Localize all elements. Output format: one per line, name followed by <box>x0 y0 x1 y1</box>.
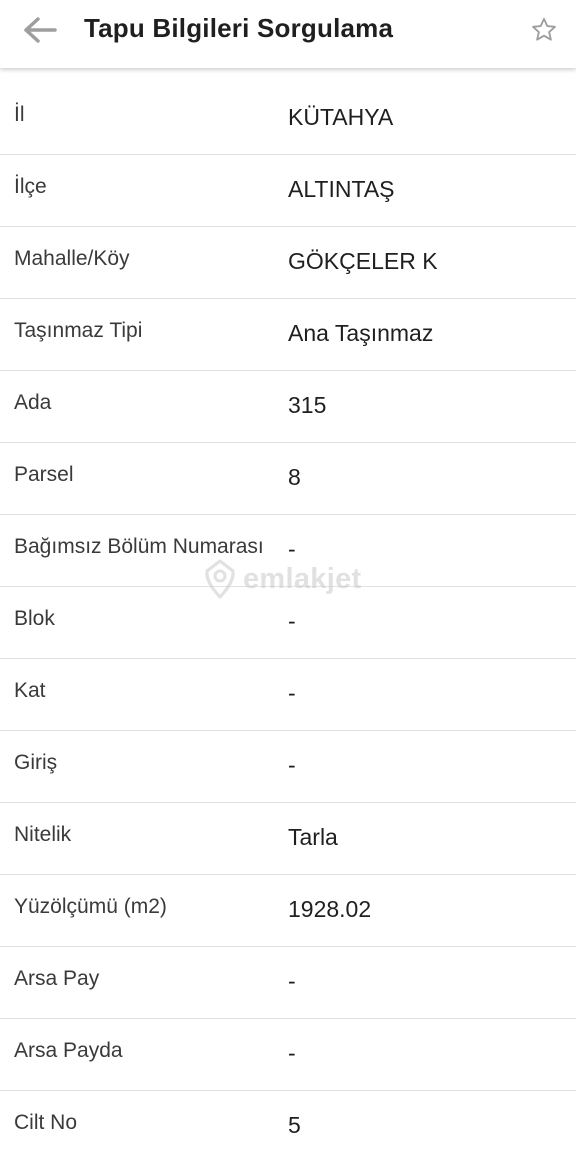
info-row-cilt-no: Cilt No 5 <box>0 1091 576 1157</box>
row-value: Ana Taşınmaz <box>288 320 434 346</box>
info-row-kat: Kat - <box>0 659 576 731</box>
row-value: 5 <box>288 1112 301 1138</box>
row-label: Arsa Pay <box>14 967 100 990</box>
row-value: - <box>288 608 296 634</box>
row-value: KÜTAHYA <box>288 104 394 130</box>
row-value: 1928.02 <box>288 896 372 922</box>
info-row-blok: Blok - <box>0 587 576 659</box>
arrow-left-icon <box>24 17 57 43</box>
page-title: Tapu Bilgileri Sorgulama <box>84 13 394 43</box>
info-row-tasinmaz-tipi: Taşınmaz Tipi Ana Taşınmaz <box>0 299 576 371</box>
row-label: Yüzölçümü (m2) <box>14 895 167 918</box>
back-button[interactable] <box>16 10 64 50</box>
row-label: Ada <box>14 391 52 414</box>
deed-info-list: İl KÜTAHYA İlçe ALTINTAŞ Mahalle/Köy GÖK… <box>0 83 576 1157</box>
row-label: Blok <box>14 607 55 630</box>
row-label: Kat <box>14 679 46 702</box>
row-label: Giriş <box>14 751 58 774</box>
info-row-giris: Giriş - <box>0 731 576 803</box>
row-label: Taşınmaz Tipi <box>14 319 143 342</box>
star-outline-icon <box>532 17 556 41</box>
row-value: - <box>288 752 296 778</box>
row-value: GÖKÇELER K <box>288 248 438 274</box>
info-row-bagimsiz-bolum: Bağımsız Bölüm Numarası - <box>0 515 576 587</box>
row-label: Parsel <box>14 463 74 486</box>
info-row-nitelik: Nitelik Tarla <box>0 803 576 875</box>
row-label: Bağımsız Bölüm Numarası <box>14 535 264 558</box>
info-row-ilce: İlçe ALTINTAŞ <box>0 155 576 227</box>
row-value: ALTINTAŞ <box>288 176 395 202</box>
row-value: - <box>288 536 296 562</box>
info-row-mahalle-koy: Mahalle/Köy GÖKÇELER K <box>0 227 576 299</box>
row-value: - <box>288 680 296 706</box>
info-row-il: İl KÜTAHYA <box>0 83 576 155</box>
row-label: İl <box>14 103 25 126</box>
row-value: - <box>288 968 296 994</box>
favorite-button[interactable] <box>526 12 562 48</box>
row-value: - <box>288 1040 296 1066</box>
info-row-ada: Ada 315 <box>0 371 576 443</box>
row-label: Nitelik <box>14 823 72 846</box>
row-label: Mahalle/Köy <box>14 247 130 270</box>
info-row-parsel: Parsel 8 <box>0 443 576 515</box>
info-row-yuzolcumu: Yüzölçümü (m2) 1928.02 <box>0 875 576 947</box>
row-value: Tarla <box>288 824 338 850</box>
row-label: İlçe <box>14 175 47 198</box>
info-row-arsa-pay: Arsa Pay - <box>0 947 576 1019</box>
row-label: Arsa Payda <box>14 1039 123 1062</box>
row-value: 8 <box>288 464 301 490</box>
row-label: Cilt No <box>14 1111 78 1134</box>
app-bar: Tapu Bilgileri Sorgulama <box>0 0 576 68</box>
tapu-sorgulama-screen: Tapu Bilgileri Sorgulama İl KÜTAHYA İlçe… <box>0 0 576 1157</box>
info-row-arsa-payda: Arsa Payda - <box>0 1019 576 1091</box>
row-value: 315 <box>288 392 327 418</box>
